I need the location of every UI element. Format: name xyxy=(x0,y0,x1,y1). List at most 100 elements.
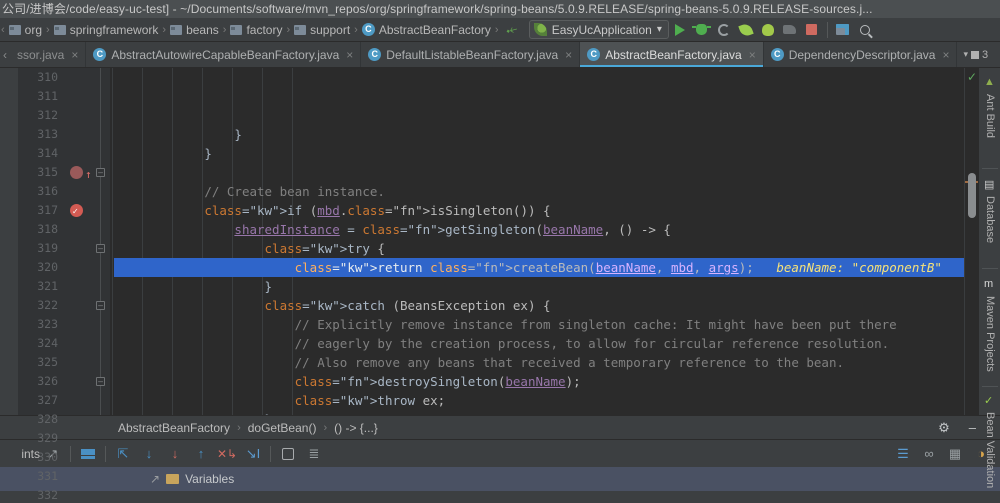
code-line-310[interactable]: } xyxy=(114,125,964,144)
gutter-line-320[interactable]: 320 xyxy=(18,258,110,277)
breadcrumb-item-abstractbeanfactory[interactable]: C AbstractBeanFactory xyxy=(359,23,494,37)
tab-ssor-java[interactable]: ssor.java × xyxy=(10,42,87,67)
force-step-into-button[interactable]: ↓ xyxy=(162,442,188,466)
tab-overflow-button[interactable]: ▾ 3 xyxy=(957,42,994,67)
gutter-line-317[interactable]: 317 ✓ xyxy=(18,201,110,220)
inspection-status-icon[interactable]: ✓ xyxy=(967,70,977,84)
code-fold-toggle[interactable]: – xyxy=(96,244,105,253)
close-icon[interactable]: × xyxy=(71,48,78,62)
gutter-line-331[interactable]: 331 xyxy=(18,467,110,486)
breadcrumb-item-beans[interactable]: beans xyxy=(167,23,222,37)
code-line-316[interactable]: class="kw">try { xyxy=(114,239,964,258)
code-line-324[interactable]: class="kw">throw ex; xyxy=(114,391,964,410)
gutter-line-323[interactable]: 323 xyxy=(18,315,110,334)
stop-button[interactable] xyxy=(801,19,823,41)
code-fold-toggle[interactable]: – xyxy=(96,168,105,177)
run-jar-button[interactable] xyxy=(757,19,779,41)
breakpoint-icon[interactable]: ✓ xyxy=(70,204,83,217)
gutter-line-330[interactable]: 330 xyxy=(18,448,110,467)
code-line-311[interactable]: } xyxy=(114,144,964,163)
gutter-line-310[interactable]: 310 xyxy=(18,68,110,87)
gutter-line-312[interactable]: 312 xyxy=(18,106,110,125)
build-project-button[interactable] xyxy=(779,19,801,41)
close-icon[interactable]: × xyxy=(942,48,949,62)
gutter-line-315[interactable]: 315 ↑ – xyxy=(18,163,110,182)
breadcrumb-method[interactable]: doGetBean() xyxy=(248,421,317,435)
gutter-line-321[interactable]: 321 xyxy=(18,277,110,296)
hammer-icon[interactable]: ⤝ xyxy=(498,18,525,40)
run-button[interactable] xyxy=(669,19,691,41)
run-configuration-selector[interactable]: EasyUcApplication ▾ xyxy=(528,20,669,39)
code-line-323[interactable]: class="fn">destroySingleton(beanName); xyxy=(114,372,964,391)
threads-view-button[interactable]: ☰ xyxy=(890,442,916,466)
gutter-line-314[interactable]: 314 xyxy=(18,144,110,163)
breadcrumb-label: factory xyxy=(246,22,283,37)
mute-breakpoints-icon[interactable]: ↗ xyxy=(150,472,160,486)
step-into-button[interactable]: ↓ xyxy=(136,442,162,466)
breadcrumb-item-springframework[interactable]: springframework xyxy=(51,23,162,37)
code-line-313[interactable]: // Create bean instance. xyxy=(114,182,964,201)
code-line-315[interactable]: sharedInstance = class="fn">getSingleton… xyxy=(114,220,964,239)
gutter-line-325[interactable]: 325 xyxy=(18,353,110,372)
run-with-coverage-button[interactable] xyxy=(713,19,735,41)
gutter-line-327[interactable]: 327 xyxy=(18,391,110,410)
gutter-line-328[interactable]: 328 xyxy=(18,410,110,429)
breadcrumb-item-factory[interactable]: factory xyxy=(227,23,285,37)
gutter-line-322[interactable]: 322 – xyxy=(18,296,110,315)
project-structure-button[interactable] xyxy=(832,19,854,41)
tab-abstractautowirecapablebeanfactory-java[interactable]: C AbstractAutowireCapableBeanFactory.jav… xyxy=(86,42,362,67)
memory-view-button[interactable]: ▦ xyxy=(942,442,968,466)
tab-defaultlistablebeanfactory-java[interactable]: C DefaultListableBeanFactory.java × xyxy=(361,42,581,67)
gutter-line-318[interactable]: 318 xyxy=(18,220,110,239)
breadcrumb-lambda[interactable]: () -> {...} xyxy=(334,421,378,435)
breakpoint-icon[interactable] xyxy=(70,166,83,179)
java-class-icon: C xyxy=(93,48,107,61)
gutter-line-313[interactable]: 313 xyxy=(18,125,110,144)
tab-abstractbeanfactory-java[interactable]: C AbstractBeanFactory.java × xyxy=(580,42,764,67)
gutter-line-311[interactable]: 311 xyxy=(18,87,110,106)
code-line-320[interactable]: // Explicitly remove instance from singl… xyxy=(114,315,964,334)
left-tool-strip[interactable]: ctr xyxy=(0,68,18,415)
editor-gutter[interactable]: 310 311 312 313 314 315 ↑ – 316 317 ✓ 318 319 – 320 321… xyxy=(18,68,110,502)
gutter-line-316[interactable]: 316 xyxy=(18,182,110,201)
drop-frame-button[interactable]: ✕↳ xyxy=(214,442,240,466)
code-line-322[interactable]: // Also remove any beans that received a… xyxy=(114,353,964,372)
editor-scrollbar-thumb[interactable] xyxy=(968,173,976,218)
step-out-button[interactable]: ↑ xyxy=(188,442,214,466)
breadcrumb-class[interactable]: AbstractBeanFactory xyxy=(118,421,230,435)
variables-tab-label[interactable]: Variables xyxy=(185,472,234,486)
gutter-line-329[interactable]: 329 xyxy=(18,429,110,448)
code-line-319[interactable]: class="kw">catch (BeansException ex) { xyxy=(114,296,964,315)
gutter-line-332[interactable]: 332 xyxy=(18,486,110,503)
gutter-line-326[interactable]: 326 – xyxy=(18,372,110,391)
code-line-325[interactable]: } xyxy=(114,410,964,415)
evaluate-expression-button[interactable] xyxy=(275,442,301,466)
gear-icon[interactable]: ⚙ xyxy=(938,420,962,436)
watches-button[interactable]: ∞ xyxy=(916,442,942,466)
tab-dependencydescriptor-java[interactable]: C DependencyDescriptor.java × xyxy=(764,42,958,67)
code-line-321[interactable]: // eagerly by the creation process, to a… xyxy=(114,334,964,353)
layout-settings-button[interactable]: ≣ xyxy=(301,442,327,466)
gutter-line-324[interactable]: 324 xyxy=(18,334,110,353)
step-over-button[interactable]: ⇱ xyxy=(110,442,136,466)
breadcrumb-item-support[interactable]: support xyxy=(291,23,353,37)
gutter-line-319[interactable]: 319 – xyxy=(18,239,110,258)
code-line-312[interactable] xyxy=(114,163,964,182)
editor-error-stripe[interactable]: ✓ xyxy=(964,68,979,415)
code-line-317[interactable]: class="kw">return class="fn">createBean(… xyxy=(114,258,964,277)
attach-profiler-button[interactable] xyxy=(735,19,757,41)
code-line-318[interactable]: } xyxy=(114,277,964,296)
tabs-scroll-left-icon[interactable]: ‹ xyxy=(0,42,10,67)
step-into-icon: ↓ xyxy=(145,446,153,461)
close-icon[interactable]: × xyxy=(565,48,572,62)
run-to-cursor-button[interactable]: ↘I xyxy=(240,442,266,466)
close-icon[interactable]: × xyxy=(346,48,353,62)
code-text-area[interactable]: } } // Create bean instance. class="kw">… xyxy=(110,68,964,415)
code-fold-toggle[interactable]: – xyxy=(96,301,105,310)
search-everywhere-button[interactable] xyxy=(854,19,876,41)
code-fold-toggle[interactable]: – xyxy=(96,377,105,386)
close-icon[interactable]: × xyxy=(749,48,756,62)
debug-button[interactable] xyxy=(691,19,713,41)
breadcrumb-item-org[interactable]: org xyxy=(6,23,45,37)
code-line-314[interactable]: class="kw">if (mbd.class="fn">isSingleto… xyxy=(114,201,964,220)
